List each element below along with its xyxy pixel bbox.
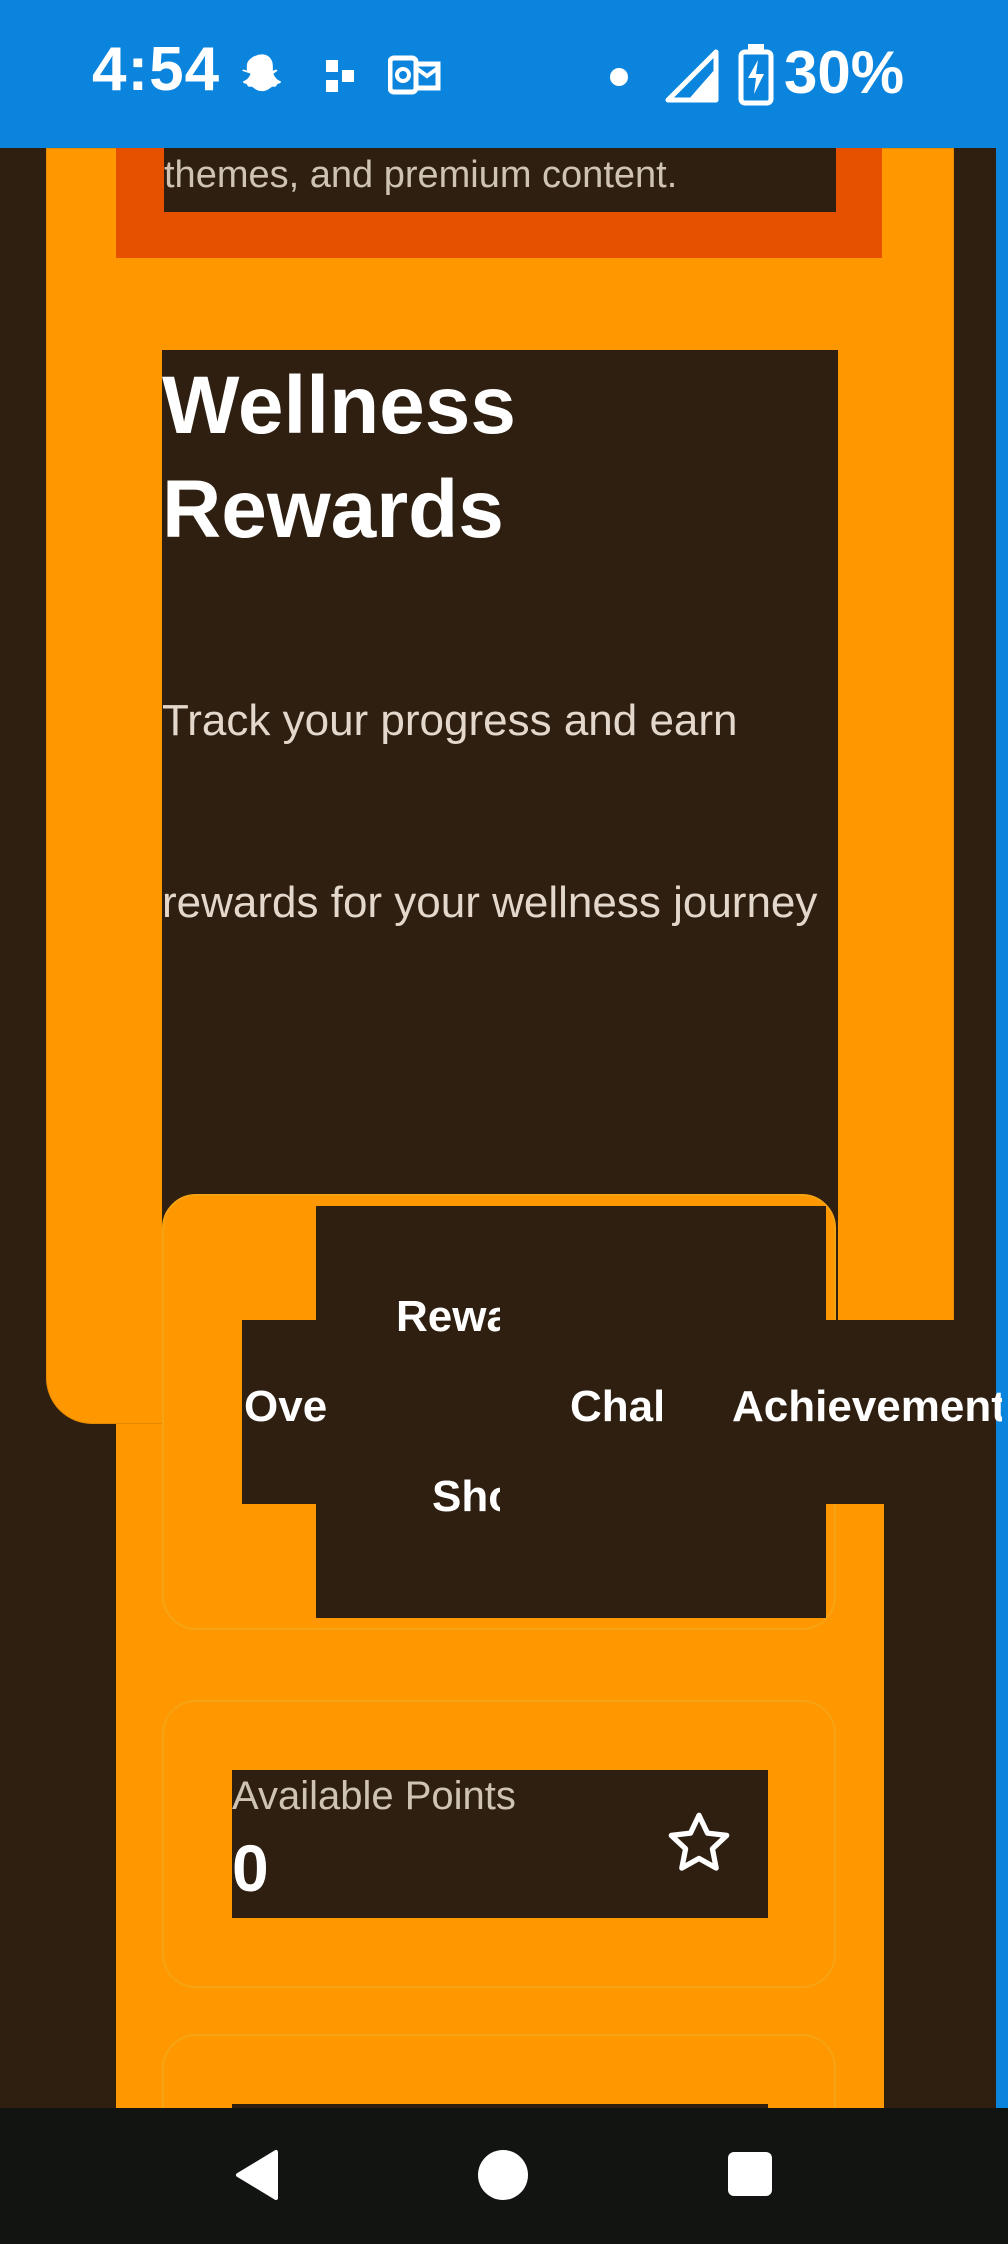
available-points-label: Available Points bbox=[232, 1774, 516, 1818]
battery-charging-icon bbox=[738, 44, 774, 106]
status-time: 4:54 bbox=[92, 35, 221, 104]
notification-dot-icon bbox=[610, 68, 628, 86]
back-icon[interactable] bbox=[232, 2148, 280, 2202]
status-bar: 4:54 30% bbox=[0, 0, 1008, 148]
slack-icon bbox=[326, 60, 354, 92]
right-edge-accent bbox=[996, 148, 1008, 2108]
tab-achievements[interactable]: Achievements bbox=[732, 1382, 1002, 1432]
premium-banner-text: themes, and premium content. bbox=[164, 154, 678, 196]
snapchat-icon bbox=[242, 54, 282, 92]
available-points-value: 0 bbox=[232, 1831, 269, 1905]
page-subtitle: Track your progress and earn rewards for… bbox=[162, 696, 818, 927]
page-title: Wellness Rewards bbox=[162, 360, 516, 555]
system-nav-bar bbox=[0, 2108, 1008, 2244]
tab-rewards[interactable]: Rewards bbox=[396, 1292, 500, 1342]
tab-overview[interactable]: Overview bbox=[244, 1382, 328, 1432]
star-icon bbox=[668, 1812, 730, 1871]
cellular-signal-icon bbox=[665, 49, 719, 103]
right-margin bbox=[954, 148, 996, 2108]
home-icon[interactable] bbox=[478, 2150, 528, 2200]
battery-percent: 30% bbox=[784, 39, 905, 106]
tab-challenges[interactable]: Challenges bbox=[570, 1382, 662, 1432]
tab-shop[interactable]: Shop bbox=[432, 1472, 500, 1522]
recents-icon[interactable] bbox=[728, 2152, 772, 2196]
outlook-icon bbox=[388, 55, 441, 95]
